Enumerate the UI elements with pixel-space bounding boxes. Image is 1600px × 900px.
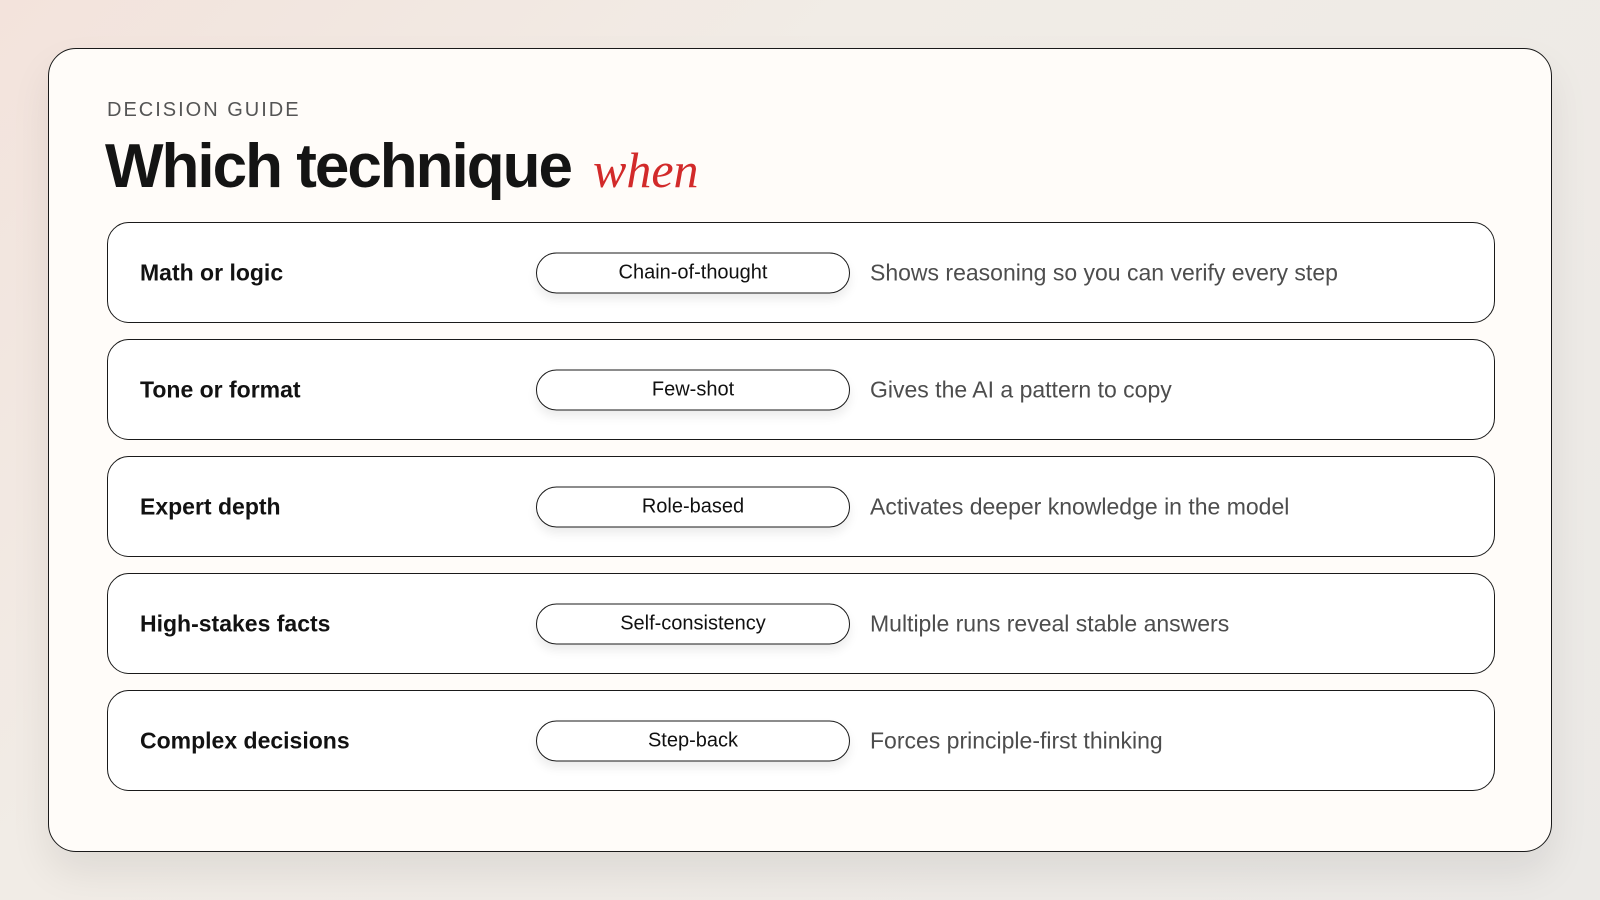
list-item: Math or logic Chain-of-thought Shows rea… xyxy=(107,222,1495,323)
decision-guide-card: DECISION GUIDE Which technique when Math… xyxy=(48,48,1552,852)
row-label: Math or logic xyxy=(140,259,284,285)
list-item: Tone or format Few-shot Gives the AI a p… xyxy=(107,339,1495,440)
row-label: Tone or format xyxy=(140,376,301,402)
list-item: High-stakes facts Self-consistency Multi… xyxy=(107,573,1495,674)
page-title-main: Which technique xyxy=(105,132,573,201)
eyebrow-label: DECISION GUIDE xyxy=(107,99,301,121)
page-title-accent: when xyxy=(593,142,699,198)
technique-pill: Chain-of-thought xyxy=(536,252,850,293)
row-description: Activates deeper knowledge in the model xyxy=(870,493,1290,519)
list-item: Expert depth Role-based Activates deeper… xyxy=(107,456,1495,557)
page-title: Which technique when xyxy=(105,131,699,202)
row-description: Forces principle-first thinking xyxy=(870,727,1163,753)
technique-list: Math or logic Chain-of-thought Shows rea… xyxy=(107,222,1495,807)
technique-pill: Self-consistency xyxy=(536,603,850,644)
row-description: Gives the AI a pattern to copy xyxy=(870,376,1172,402)
row-description: Shows reasoning so you can verify every … xyxy=(870,259,1338,285)
row-description: Multiple runs reveal stable answers xyxy=(870,610,1230,636)
list-item: Complex decisions Step-back Forces princ… xyxy=(107,690,1495,791)
technique-pill: Role-based xyxy=(536,486,850,527)
row-label: High-stakes facts xyxy=(140,610,331,636)
row-label: Expert depth xyxy=(140,493,281,519)
technique-pill: Step-back xyxy=(536,720,850,761)
technique-pill: Few-shot xyxy=(536,369,850,410)
row-label: Complex decisions xyxy=(140,727,350,753)
